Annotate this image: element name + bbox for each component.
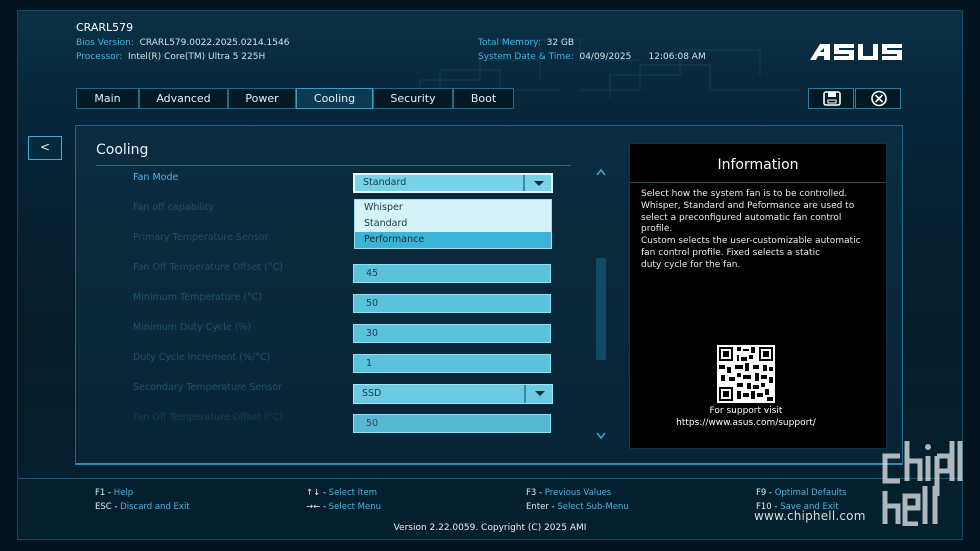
info-line: Whisper, Standard and Peformance are use… [641,200,855,211]
information-divider [630,182,886,183]
hotkey-f9: F9 - Optimal Defaults [756,488,847,498]
fan-mode-dropdown: Whisper Standard Performance [354,199,552,249]
back-button[interactable]: < [28,136,62,160]
tab-main[interactable]: Main [76,88,139,109]
bios-version-value: CRARL579.0022.2025.0214.1546 [139,38,290,48]
scroll-up-icon[interactable] [596,168,606,176]
secondary-temp-sensor-select[interactable]: SSD [353,384,553,404]
support-label: For support visit [709,406,783,416]
watermark-text: www.chiphell.com [754,509,866,523]
info-line: profile. [641,224,673,235]
hotkey-esc: ESC - Discard and Exit [95,502,190,512]
section-divider [96,165,571,166]
version-footer: Version 2.22.0059. Copyright (C) 2025 AM… [393,523,587,533]
fan-off-temp-offset-label: Fan Off Temperature Offset (°C) [133,262,284,273]
chevron-down-icon[interactable] [524,385,552,403]
datetime-label: System Date & Time: [478,52,574,62]
tab-security[interactable]: Security [373,88,453,109]
hotkey-desc: Select Menu [328,502,381,512]
save-icon [823,91,841,106]
tab-cooling[interactable]: Cooling [296,88,373,109]
chevron-down-icon[interactable] [523,175,551,191]
chiphell-watermark-logo [882,441,963,526]
info-line: Custom selects the user-customizable aut… [641,236,861,247]
hotkey-desc: Help [113,488,134,498]
hotkey-f3: F3 - Previous Values [526,488,612,498]
scroll-down-icon[interactable] [596,432,606,440]
hotkey-key: F3 [526,488,537,498]
date-value: 04/09/2025 [579,52,632,62]
secondary-temp-sensor-value: SSD [362,388,382,399]
hotkey-desc: Select Item [328,488,378,498]
memory-label: Total Memory: [478,38,541,48]
tab-power[interactable]: Power [228,88,296,109]
hotkey-desc: Discard and Exit [120,502,190,512]
information-title: Information [717,157,799,173]
fan-mode-label: Fan Mode [133,172,179,183]
information-text: Select how the system fan is to be contr… [641,189,877,272]
hotkey-f1: F1 - Help [95,488,134,498]
tab-advanced[interactable]: Advanced [139,88,228,109]
primary-temp-sensor-label: Primary Temperature Sensor [133,232,269,243]
info-line: duty cycle for the fan. [641,259,741,270]
save-button[interactable] [808,88,854,109]
time-value: 12:06:08 AM [648,52,706,62]
hotkey-key: ↑↓ [306,488,321,498]
info-line: Select how the system fan is to be contr… [641,189,848,199]
duty-cycle-increment-field[interactable]: 1 [353,354,551,373]
tab-boot[interactable]: Boot [453,88,514,109]
bios-version: Bios Version: CRARL579.0022.2025.0214.15… [76,38,289,48]
duty-cycle-increment-label: Duty Cycle Increment (%/°C) [133,352,271,363]
support-url: https://www.asus.com/support/ [676,418,816,428]
hotkey-key: F9 [756,488,767,498]
total-memory: Total Memory: 32 GB [478,38,574,48]
hotkey-enter: Enter - Select Sub-Menu [526,502,629,512]
exit-button[interactable] [855,88,901,109]
hotkey-key: Enter [526,502,549,512]
info-line: fan control profile. Fixed selects a sta… [641,247,821,258]
fan-mode-value: Standard [363,177,407,188]
hotkey-desc: Previous Values [544,488,612,498]
info-line: select a preconfigured automatic fan con… [641,212,842,223]
asus-logo [810,44,902,60]
footer-divider [18,478,962,479]
min-duty-cycle-field[interactable]: 30 [353,324,551,343]
fan-off-temp-offset-field[interactable]: 45 [353,264,551,283]
hotkey-key: F1 [95,488,106,498]
close-circle-icon [871,90,887,107]
hotkey-desc: Select Sub-Menu [557,502,629,512]
min-temp-field[interactable]: 50 [353,294,551,313]
option-standard[interactable]: Standard [355,216,551,232]
bios-version-label: Bios Version: [76,38,134,48]
secondary-temp-sensor-label: Secondary Temperature Sensor [133,382,283,393]
fan-off-temp-offset-2-label: Fan Off Temperature Offset (°C) [133,412,284,423]
support-info: For support visit https://www.asus.com/s… [629,405,863,429]
processor: Processor: Intel(R) Core(TM) Ultra 5 225… [76,52,265,62]
section-title: Cooling [96,142,149,158]
processor-label: Processor: [76,52,123,62]
hotkey-updown: ↑↓ - Select Item [306,488,378,498]
processor-value: Intel(R) Core(TM) Ultra 5 225H [127,52,266,62]
option-performance[interactable]: Performance [355,232,551,248]
min-duty-cycle-label: Minimum Duty Cycle (%) [133,322,252,333]
min-temp-label: Minimum Temperature (°C) [133,292,263,303]
model-name: CRARL579 [76,21,134,34]
fan-off-temp-offset-2-field[interactable]: 50 [353,414,551,433]
system-datetime: System Date & Time: 04/09/2025 12:06:08 … [478,52,706,62]
memory-value: 32 GB [546,38,575,48]
option-whisper[interactable]: Whisper [355,200,551,216]
qr-code-icon [717,345,775,403]
fan-off-capability-label: Fan off capability [133,202,215,213]
fan-mode-select[interactable]: Standard [353,173,553,193]
hotkey-key: →← [306,502,321,512]
hotkey-key: ESC [95,502,112,512]
scrollbar-thumb[interactable] [596,258,606,360]
hotkey-desc: Optimal Defaults [774,488,847,498]
hotkey-leftright: →← - Select Menu [306,502,381,512]
